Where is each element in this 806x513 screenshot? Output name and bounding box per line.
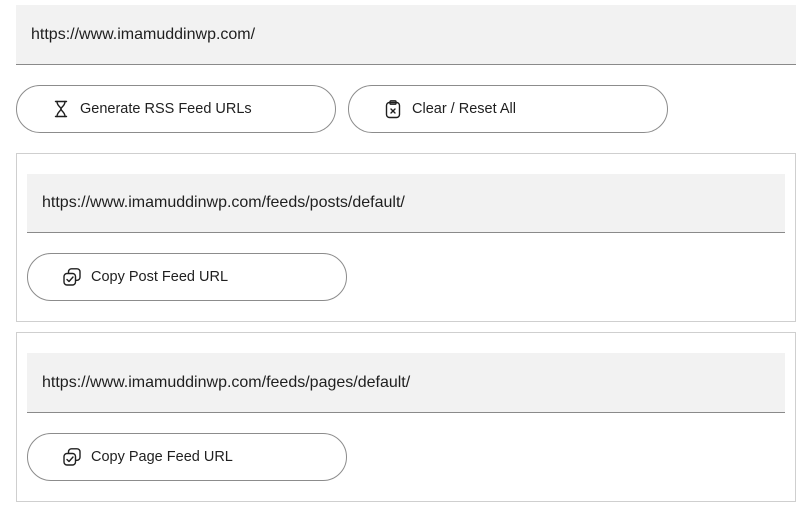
- copy-page-feed-button[interactable]: Copy Page Feed URL: [27, 433, 347, 481]
- page-feed-url-field[interactable]: [27, 353, 785, 413]
- clear-reset-button[interactable]: Clear / Reset All: [348, 85, 668, 133]
- copy-page-feed-label: Copy Page Feed URL: [91, 449, 233, 465]
- generate-rss-label: Generate RSS Feed URLs: [80, 101, 252, 117]
- post-feed-url-field[interactable]: [27, 174, 785, 233]
- generate-rss-button[interactable]: Generate RSS Feed URLs: [16, 85, 336, 133]
- clipboard-x-icon: [383, 99, 403, 119]
- copy-post-feed-label: Copy Post Feed URL: [91, 269, 229, 285]
- copy-post-feed-button[interactable]: Copy Post Feed URL: [27, 253, 347, 301]
- copy-icon: [62, 267, 82, 287]
- clear-reset-label: Clear / Reset All: [412, 101, 516, 117]
- copy-icon: [62, 447, 82, 467]
- page-feed-card: Copy Page Feed URL: [16, 332, 796, 502]
- website-url-input[interactable]: [16, 5, 796, 65]
- hourglass-icon: [51, 99, 71, 119]
- post-feed-card: Copy Post Feed URL: [16, 153, 796, 322]
